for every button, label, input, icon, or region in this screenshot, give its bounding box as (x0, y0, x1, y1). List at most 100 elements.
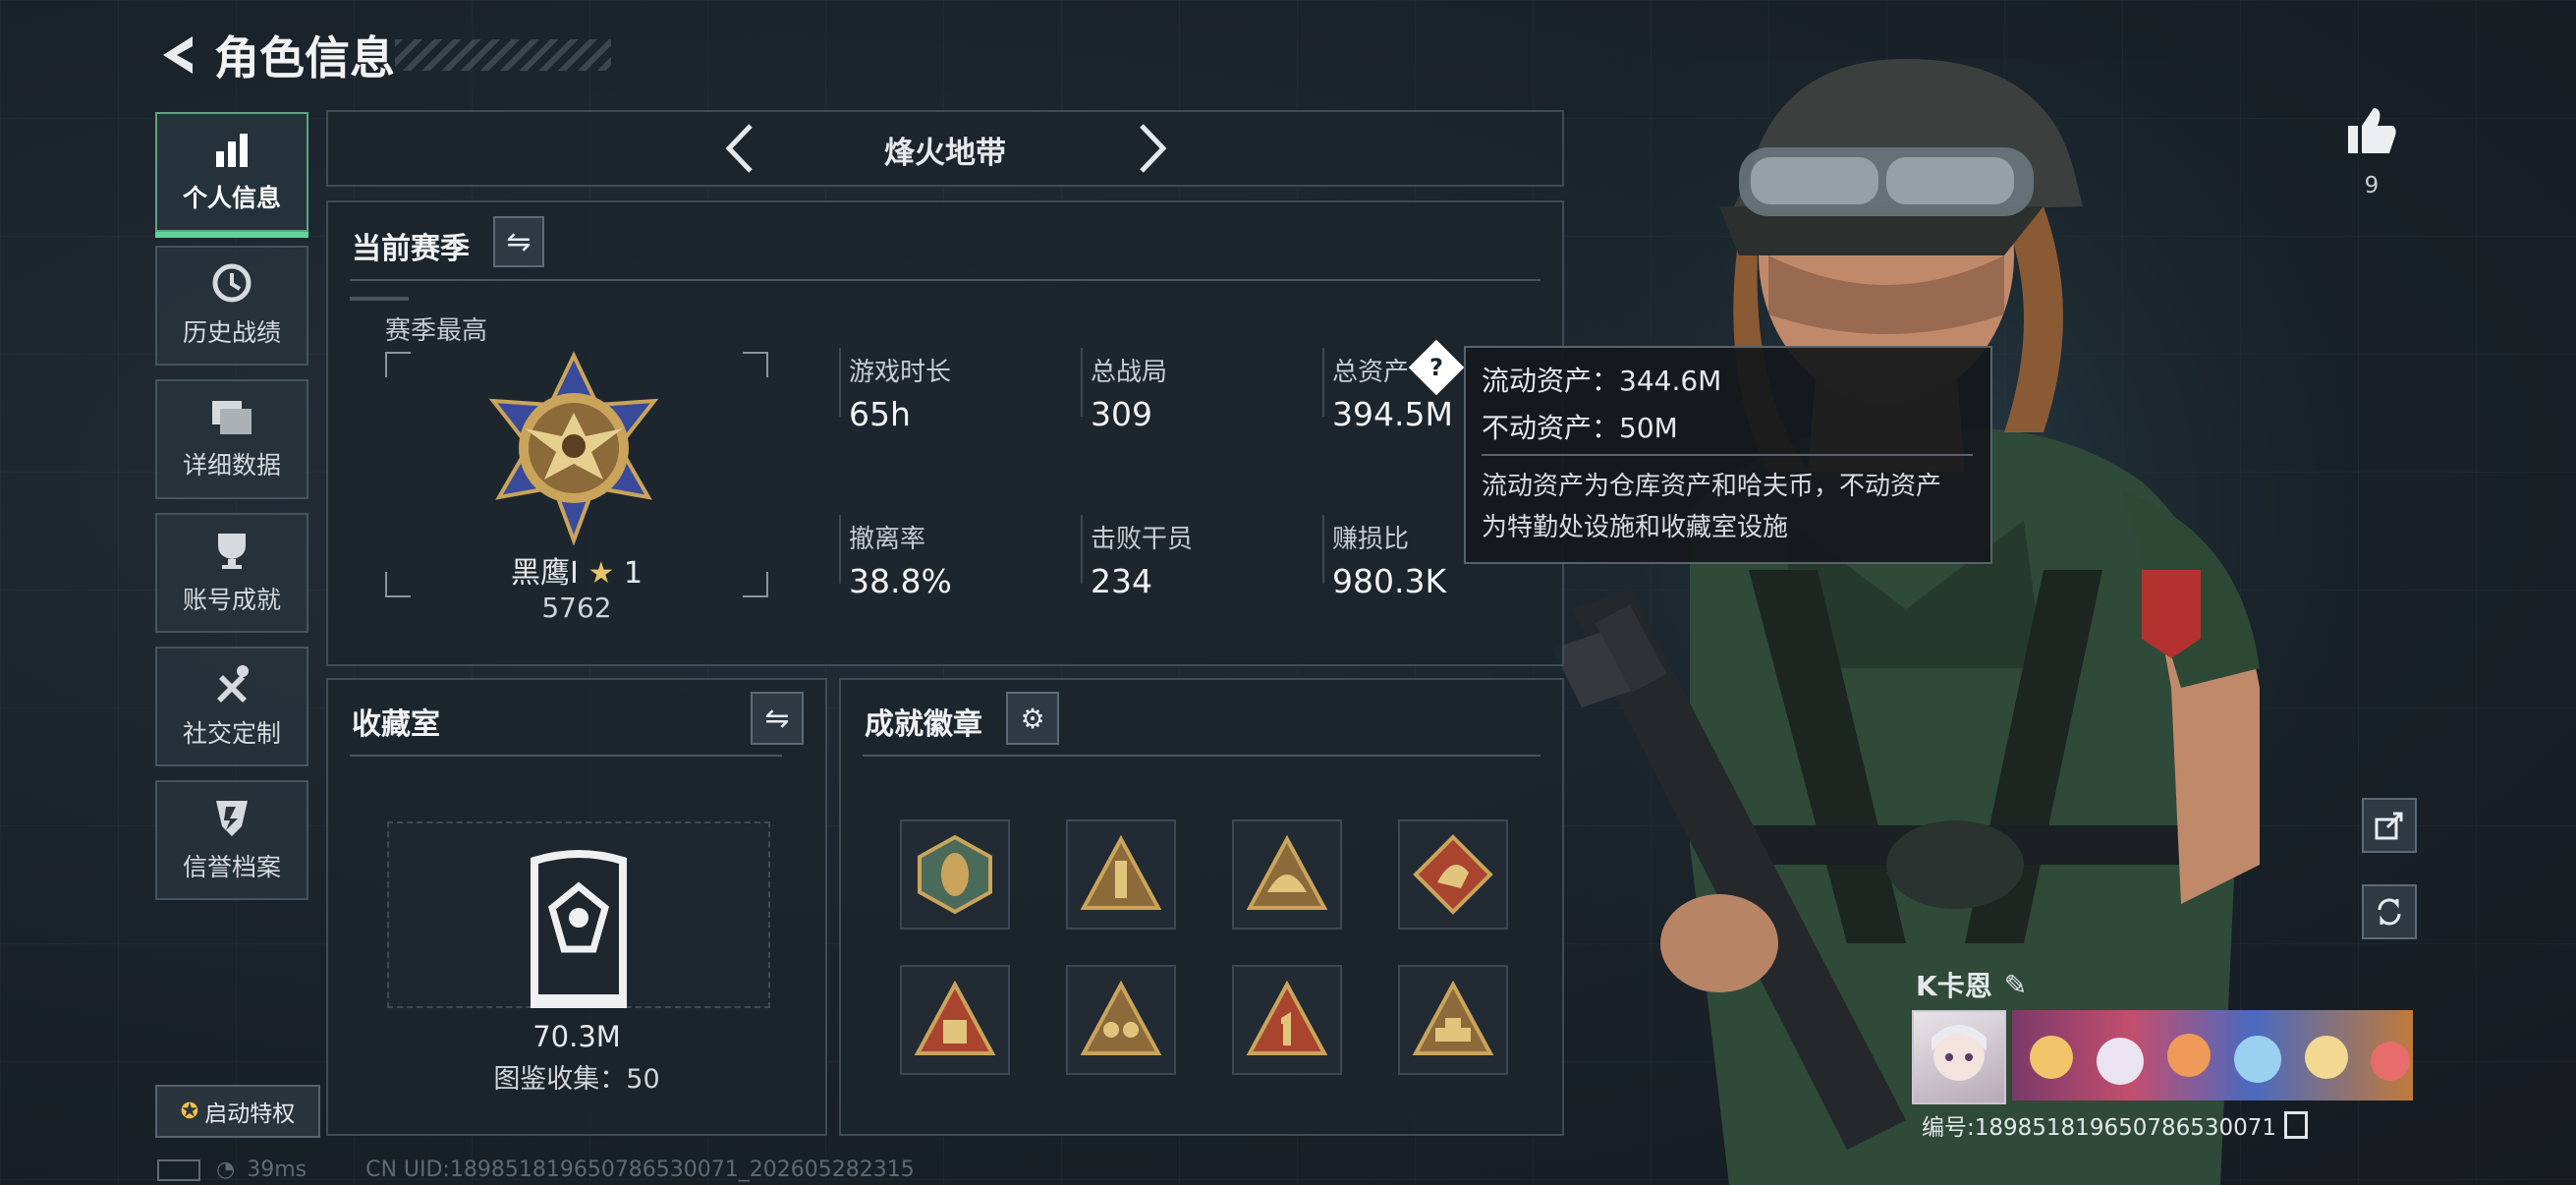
badge-rocket[interactable] (1066, 819, 1176, 930)
badge-helmet[interactable] (1232, 819, 1342, 930)
refresh-button[interactable] (2362, 884, 2417, 939)
tools-icon (217, 665, 249, 703)
edit-name-icon[interactable]: ✎ (2004, 969, 2027, 1001)
nav-label: 个人信息 (182, 184, 281, 212)
assets-help-button[interactable]: ? (1408, 339, 1465, 396)
collection-panel: 收藏室 ⇋ 70.3M 图鉴收集：50 (326, 678, 827, 1136)
number-one-badge-icon (1246, 980, 1328, 1055)
nav-social-custom[interactable]: 社交定制 (155, 647, 308, 766)
fuel-badge-icon (914, 980, 996, 1055)
nav-detailed-data[interactable]: 详细数据 (155, 379, 308, 499)
collection-switch-button[interactable]: ⇋ (751, 692, 804, 745)
rank-points: 5762 (541, 592, 612, 624)
badge-number-one[interactable] (1232, 965, 1342, 1075)
bar-chart-icon (216, 134, 248, 167)
rank-name: 黑鹰I (511, 556, 579, 591)
player-name-row: K卡恩 ✎ (1916, 965, 2027, 1004)
tooltip-desc-line2: 为特勤处设施和收藏室设施 (1482, 513, 1789, 542)
privilege-button[interactable]: ✪ 启动特权 (155, 1085, 320, 1138)
tooltip-desc-line1: 流动资产为仓库资产和哈夫币，不动资产 (1482, 472, 1942, 501)
nav-label: 信誉档案 (182, 853, 281, 881)
next-mode-arrow-icon[interactable] (1132, 122, 1171, 175)
display-case-icon (531, 850, 627, 1008)
nav-credit-file[interactable]: 信誉档案 (155, 780, 308, 900)
badge-tank[interactable] (1398, 965, 1508, 1075)
shield-icon (216, 801, 248, 836)
season-title: 当前赛季 (352, 232, 470, 266)
avatar-face-icon (1932, 1025, 1987, 1081)
season-switch-button[interactable]: ⇋ (493, 216, 544, 267)
stat-label-assets: 总资产 (1332, 358, 1410, 387)
share-icon (2375, 812, 2403, 840)
dragon-badge-icon (1413, 834, 1493, 915)
rank-line: 黑鹰I ★ 1 (385, 548, 768, 592)
swap-icon: ⇋ (764, 701, 790, 736)
season-best-label: 赛季最高 (385, 316, 488, 346)
stat-value-playtime: 65h (849, 395, 911, 433)
squad-badge-icon (1080, 980, 1162, 1055)
rocket-badge-icon (1080, 834, 1162, 910)
party-banner-art (2030, 1034, 2410, 1085)
nav-personal-info[interactable]: 个人信息 (155, 112, 308, 238)
player-id-row: 编号:189851819650786530071 (1922, 1108, 2309, 1142)
stat-label-extract-rate: 撤离率 (849, 525, 926, 554)
tooltip-liquid-assets: 流动资产：344.6M (1482, 365, 1722, 397)
copy-icon[interactable] (2284, 1111, 2309, 1139)
stat-value-kills: 234 (1091, 562, 1152, 600)
share-button[interactable] (2362, 798, 2417, 853)
privilege-label: 启动特权 (204, 1101, 296, 1127)
back-arrow-icon[interactable] (155, 30, 200, 80)
badge-dragon[interactable] (1398, 819, 1508, 930)
tooltip-divider (1482, 454, 1973, 456)
collection-catalog: 图鉴收集：50 (493, 1064, 660, 1095)
tooltip-fixed-assets: 不动资产：50M (1482, 412, 1678, 444)
like-icon[interactable] (2344, 102, 2399, 157)
collection-room-preview (387, 821, 770, 1008)
gear-icon: ⚙ (1020, 702, 1045, 735)
stat-label-profit-ratio: 赚损比 (1332, 525, 1410, 554)
stat-value-extract-rate: 38.8% (849, 562, 952, 600)
frame-corner (743, 352, 768, 377)
page-title: 角色信息 (214, 31, 395, 85)
achievements-title: 成就徽章 (865, 707, 982, 742)
name-card-banner[interactable] (2012, 1010, 2413, 1100)
stat-label-kills: 击败干员 (1091, 525, 1194, 554)
decor-line (350, 297, 409, 301)
tank-badge-icon (1412, 980, 1494, 1055)
stat-value-matches: 309 (1091, 395, 1152, 433)
nav-history[interactable]: 历史战绩 (155, 246, 308, 366)
nav-label: 社交定制 (182, 719, 281, 748)
badge-wasp[interactable] (900, 819, 1010, 930)
nav-label: 详细数据 (182, 451, 281, 480)
achievements-panel: 成就徽章 ⚙ (839, 678, 1564, 1136)
collection-title: 收藏室 (352, 707, 440, 742)
frame-corner (385, 352, 411, 377)
avatar[interactable] (1912, 1010, 2006, 1104)
mode-name: 烽火地带 (884, 136, 1006, 171)
wifi-icon: ◔ (216, 1157, 236, 1182)
assets-tooltip: 流动资产：344.6M 不动资产：50M 流动资产为仓库资产和哈夫币，不动资产 … (1464, 346, 1992, 564)
stat-label-matches: 总战局 (1091, 358, 1168, 387)
nav-achievements[interactable]: 账号成就 (155, 513, 308, 633)
status-bar: ◔ 39ms CN UID:189851819650786530071_2026… (157, 1157, 915, 1182)
title-stripes (395, 39, 611, 71)
stat-value-profit-ratio: 980.3K (1332, 562, 1447, 600)
rank-stars: 1 (623, 556, 643, 591)
nav-label: 历史战绩 (182, 318, 281, 347)
history-icon (212, 263, 252, 303)
badge-squad[interactable] (1066, 965, 1176, 1075)
rank-emblem-icon (488, 351, 659, 546)
ping-value: 39ms (247, 1157, 308, 1182)
player-id: 编号:189851819650786530071 (1922, 1115, 2277, 1141)
swap-icon: ⇋ (506, 224, 532, 259)
star-icon: ★ (588, 556, 615, 591)
trophy-icon (218, 534, 246, 569)
achievements-settings-button[interactable]: ⚙ (1006, 692, 1059, 745)
uid-text: CN UID:189851819650786530071_20260528231… (365, 1157, 915, 1182)
stat-value-assets: 394.5M (1332, 395, 1453, 433)
stat-label-playtime: 游戏时长 (849, 358, 952, 387)
battery-icon (157, 1158, 200, 1181)
question-icon: ? (1429, 353, 1443, 381)
like-count: 9 (2364, 173, 2380, 198)
badge-fuel[interactable] (900, 965, 1010, 1075)
